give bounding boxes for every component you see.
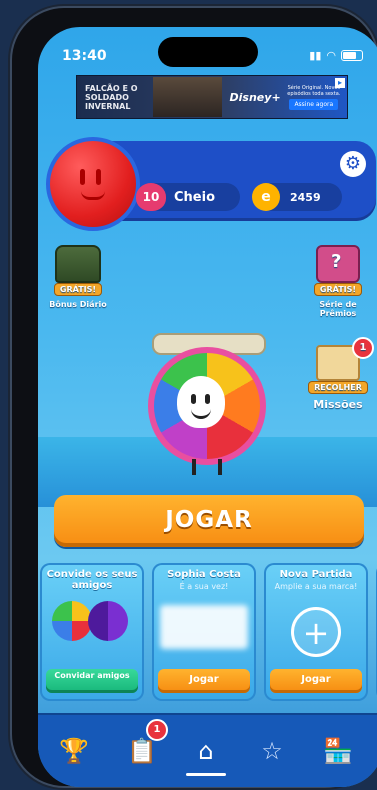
bottom-tab-bar: 🏆 📋 1 ⌂ ☆ 🏪 <box>38 713 377 787</box>
prize-cards-icon <box>316 245 360 283</box>
coins-indicator[interactable]: e 2459 <box>252 183 342 211</box>
new-game-subtitle: Amplie a sua marca! <box>274 582 358 591</box>
home-icon[interactable]: ⌂ <box>186 731 226 771</box>
signal-icon: ▮▮ <box>309 49 322 62</box>
ad-brand: Disney+ <box>229 90 281 104</box>
heart-icon: 10 <box>136 183 166 211</box>
coins-count: 2459 <box>290 190 321 204</box>
missions-notification-badge: 1 <box>352 337 374 359</box>
mascot-eye-right <box>205 394 210 404</box>
friend-avatar-1 <box>52 601 92 641</box>
plus-icon: + <box>291 607 341 657</box>
missions[interactable]: 1 RECOLHER Missões <box>300 337 376 411</box>
turn-status: É a sua vez! <box>179 582 229 591</box>
coin-icon: e <box>252 183 280 211</box>
prize-badge: GRÁTIS! <box>313 283 363 296</box>
status-icons: ▮▮ ◠ <box>309 49 363 62</box>
daily-bonus[interactable]: GRÁTIS! Bônus Diário <box>46 245 110 309</box>
chest-icon <box>55 245 101 283</box>
shop-icon[interactable]: 🏪 <box>318 731 358 771</box>
avatar-eye-left <box>80 169 85 185</box>
play-match-button[interactable]: Jogar <box>158 669 250 693</box>
lives-status: Cheio <box>174 189 215 205</box>
trophy-icon[interactable]: 🏆 <box>54 731 94 771</box>
mascot-leg-right <box>218 459 222 475</box>
ad-image <box>153 77 222 117</box>
profile-panel: ⚙ 10 Cheio e 2459 <box>46 137 376 231</box>
lives-indicator[interactable]: 10 Cheio <box>136 183 240 211</box>
avatar[interactable] <box>46 137 140 231</box>
match-card-sophia[interactable]: Sophia Costa É a sua vez! Jogar <box>152 563 256 701</box>
prize-series[interactable]: GRÁTIS! Série de Prêmios <box>306 245 370 318</box>
ad-choices-icon[interactable]: ▸ <box>335 78 345 88</box>
avatar-eye-right <box>96 169 101 185</box>
collect-badge: RECOLHER <box>308 381 368 394</box>
invite-card-title: Convide os seus amigos <box>46 569 138 591</box>
battery-icon <box>341 50 363 61</box>
invite-friends-button[interactable]: Convidar amigos <box>46 669 138 693</box>
new-game-card[interactable]: Nova Partida Amplie a sua marca! + Jogar <box>264 563 368 701</box>
missions-label: Missões <box>313 398 363 411</box>
daily-bonus-label: Bônus Diário <box>49 300 107 309</box>
mascot-face <box>177 376 225 428</box>
settings-gear-icon[interactable]: ⚙ <box>340 151 366 177</box>
phone-frame: 13:40 ▮▮ ◠ FALCÃO E O SOLDADO INVERNAL D… <box>12 8 377 787</box>
notes-notification-badge: 1 <box>146 719 168 741</box>
opponent-name: Sophia Costa <box>167 569 241 580</box>
ad-copy: Série Original. Novos episódios toda sex… <box>281 85 347 110</box>
opponent-avatar <box>160 605 248 649</box>
ad-title: FALCÃO E O SOLDADO INVERNAL <box>85 83 138 111</box>
daily-bonus-badge: GRÁTIS! <box>53 283 103 296</box>
friend-avatar-2 <box>88 601 128 641</box>
mascot-mouth <box>191 408 211 419</box>
active-tab-indicator <box>186 773 226 776</box>
status-time: 13:40 <box>62 48 107 64</box>
app-screen: 13:40 ▮▮ ◠ FALCÃO E O SOLDADO INVERNAL D… <box>38 27 377 787</box>
wifi-icon: ◠ <box>326 49 336 62</box>
ad-cta-button[interactable]: Assine agora <box>289 98 339 110</box>
new-game-button[interactable]: Jogar <box>270 669 362 693</box>
play-button[interactable]: JOGAR <box>54 495 364 547</box>
new-game-title: Nova Partida <box>279 569 353 580</box>
mascot-character <box>148 327 266 477</box>
games-carousel[interactable]: Convide os seus amigos Convidar amigos S… <box>38 563 377 703</box>
dynamic-island <box>158 37 258 67</box>
prize-series-label: Série de Prêmios <box>319 300 357 318</box>
status-bar: 13:40 ▮▮ ◠ <box>38 27 377 75</box>
star-icon[interactable]: ☆ <box>252 731 292 771</box>
mascot-leg-left <box>192 459 196 475</box>
invite-friends-card[interactable]: Convide os seus amigos Convidar amigos <box>40 563 144 701</box>
ad-banner[interactable]: FALCÃO E O SOLDADO INVERNAL Disney+ Séri… <box>76 75 348 119</box>
mascot-eye-left <box>191 394 196 404</box>
friends-illustration <box>52 599 132 651</box>
avatar-mouth <box>81 191 105 200</box>
